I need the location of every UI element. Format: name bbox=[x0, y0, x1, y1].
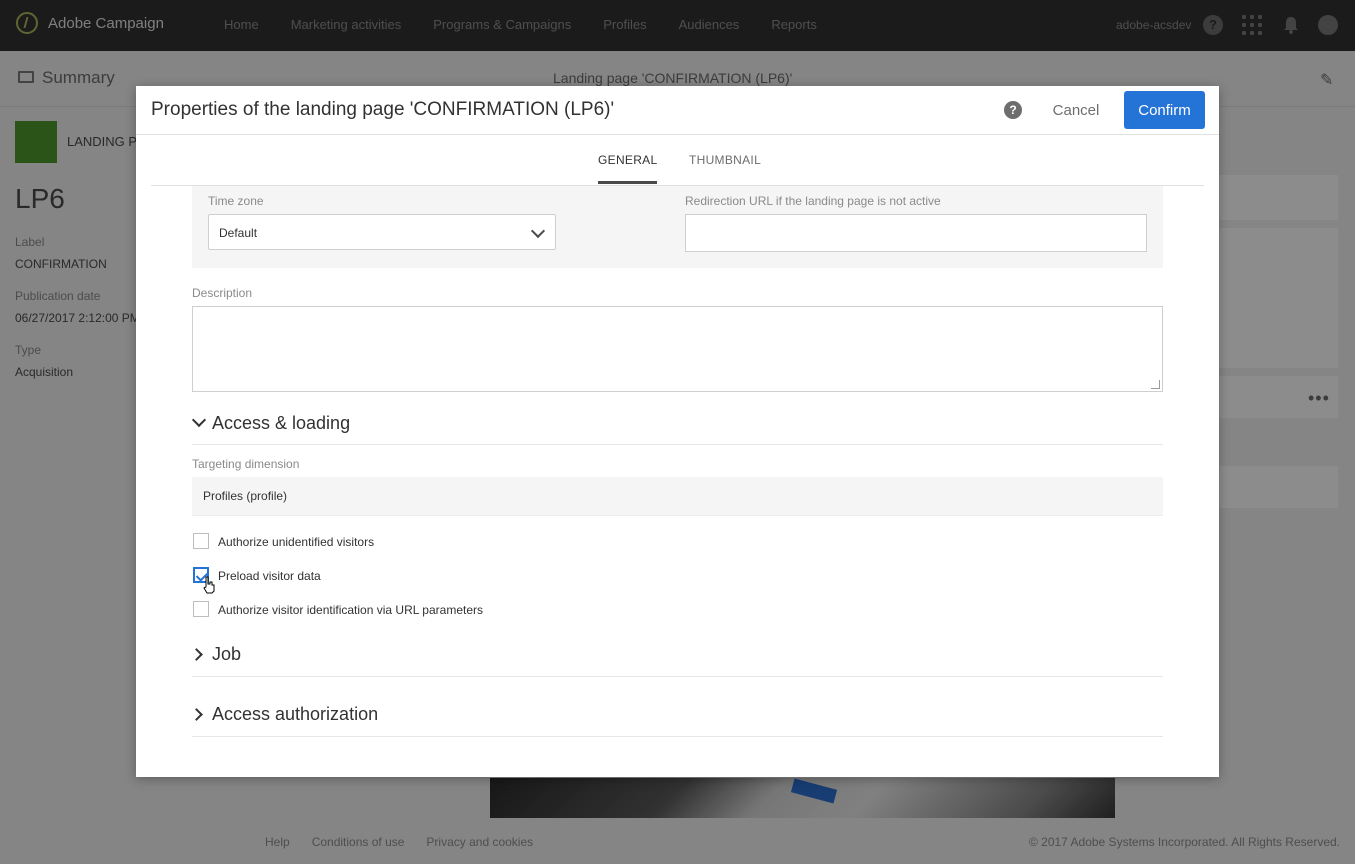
job-section-title[interactable]: Job bbox=[212, 644, 241, 665]
description-label: Description bbox=[192, 286, 253, 300]
authorize-unidentified-checkbox[interactable] bbox=[193, 533, 209, 549]
access-loading-section-title[interactable]: Access & loading bbox=[212, 413, 350, 434]
chevron-right-icon[interactable] bbox=[190, 708, 203, 721]
section-divider bbox=[192, 736, 1163, 737]
dialog-title: Properties of the landing page 'CONFIRMA… bbox=[151, 99, 615, 120]
authorize-url-identification-label[interactable]: Authorize visitor identification via URL… bbox=[218, 603, 483, 617]
dialog-help-icon[interactable]: ? bbox=[1004, 101, 1022, 119]
dialog-tabs: GENERAL THUMBNAIL bbox=[151, 135, 1204, 186]
cancel-button[interactable]: Cancel bbox=[1041, 92, 1111, 128]
tab-general[interactable]: GENERAL bbox=[598, 153, 658, 184]
properties-dialog: Properties of the landing page 'CONFIRMA… bbox=[136, 86, 1219, 777]
section-divider bbox=[192, 444, 1163, 445]
chevron-down-icon[interactable] bbox=[191, 412, 207, 428]
authorize-unidentified-label[interactable]: Authorize unidentified visitors bbox=[218, 535, 374, 549]
tab-thumbnail[interactable]: THUMBNAIL bbox=[689, 153, 761, 167]
access-authorization-section-title[interactable]: Access authorization bbox=[212, 704, 378, 725]
timezone-label: Time zone bbox=[208, 194, 264, 208]
chevron-down-icon bbox=[530, 223, 546, 239]
authorize-url-identification-checkbox[interactable] bbox=[193, 601, 209, 617]
redirection-url-input[interactable] bbox=[685, 214, 1147, 252]
targeting-dimension-value: Profiles (profile) bbox=[203, 489, 288, 503]
timezone-select[interactable]: Default bbox=[208, 214, 556, 250]
targeting-dimension-field: Profiles (profile) bbox=[192, 477, 1163, 516]
chevron-right-icon[interactable] bbox=[190, 648, 203, 661]
targeting-dimension-label: Targeting dimension bbox=[192, 457, 300, 471]
description-textarea[interactable] bbox=[192, 306, 1163, 392]
hand-pointer-cursor-icon bbox=[203, 576, 215, 594]
confirm-button[interactable]: Confirm bbox=[1124, 91, 1205, 129]
section-divider bbox=[192, 676, 1163, 677]
resize-handle[interactable] bbox=[1151, 380, 1160, 389]
redirection-url-label: Redirection URL if the landing page is n… bbox=[685, 194, 941, 208]
timezone-value: Default bbox=[219, 226, 258, 240]
preload-visitor-data-label[interactable]: Preload visitor data bbox=[218, 569, 321, 583]
